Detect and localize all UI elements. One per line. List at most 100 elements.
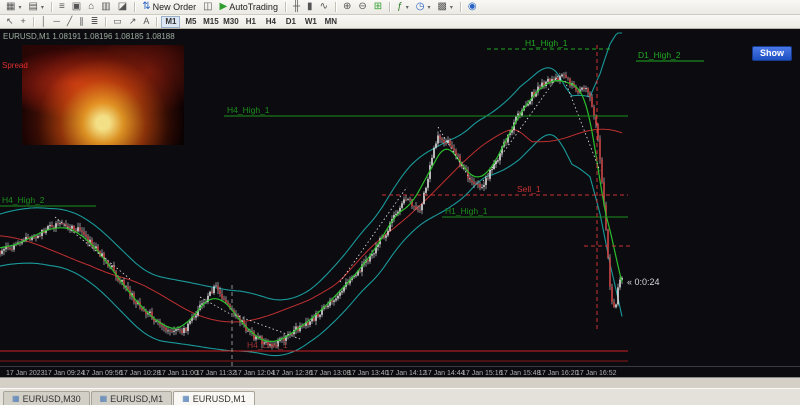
indicators-button[interactable]: ƒ ▾ [394,1,412,13]
level-label: H1_High_1 [525,38,568,48]
new-chart-button[interactable]: ▦ ▾ [3,1,24,13]
chart-title: EURUSD,M1 1.08191 1.08196 1.08185 1.0818… [3,32,175,41]
bollinger-lower-line [0,134,623,357]
terminal-button[interactable]: ▥ [98,1,113,13]
level-label: H4_Low_1 [247,340,288,350]
autotrading-label: AutoTrading [229,2,278,13]
chart-bars-button[interactable]: ╫ [290,1,303,13]
templates-button[interactable]: ▩ ▾ [434,1,455,13]
autotrading-button[interactable]: ▶ AutoTrading [217,1,281,13]
cursor-button[interactable]: ↖ [3,16,17,28]
arrows-button[interactable]: ↗ [126,16,140,28]
templates-icon: ▩ [437,1,447,13]
cursor-icon: ↖ [6,16,14,27]
mt4-window: ▦ ▾ ▤ ▾ ≡ ▣ ⌂ ▥ ◪ ⇅ New Order ◫ ▶ AutoTrading ╫ ▮ ∿ ⊕ ⊖ ⊞ ƒ ▾… [0,0,800,405]
tile-windows-icon: ⊞ [373,1,383,13]
timeframe-m5-button[interactable]: M5 [181,16,200,28]
time-axis-label: 17 Jan 13:08 [310,370,351,377]
toolbar-separator [134,2,136,13]
indicators-icon: ƒ [397,1,403,13]
metaeditor-button[interactable]: ◫ [200,1,215,13]
zoom-out-icon: ⊖ [358,1,367,13]
shapes-icon: ▭ [113,16,122,27]
chart-candles-button[interactable]: ▮ [304,1,316,13]
profiles-button[interactable]: ▤ ▾ [25,1,46,13]
crosshair-icon: + [20,16,26,27]
dropdown-arrow-icon: ▾ [427,4,431,11]
dropdown-arrow-icon: ▾ [405,4,409,11]
time-axis-label: 17 Jan 13:40 [348,370,389,377]
tile-windows-button[interactable]: ⊞ [371,1,385,13]
help-icon: ◉ [467,1,477,13]
chart-tab-icon: ▦ [12,393,20,403]
data-window-button[interactable]: ▣ [69,1,84,13]
timeframe-d1-button[interactable]: D1 [281,16,300,28]
chart-line-button[interactable]: ∿ [317,1,331,13]
time-axis-label: 17 Jan 11:00 [158,370,198,377]
timeframe-m1-button[interactable]: M1 [161,15,181,28]
chart-tab[interactable]: ▦ EURUSD,M1 [90,391,173,405]
time-axis-label: 17 Jan 12:36 [272,370,313,377]
signal-dotted-line [564,80,601,172]
time-axis-label: 17 Jan 16:20 [538,370,579,377]
strategy-tester-button[interactable]: ◪ [115,1,130,13]
chart-area[interactable]: H1_High_1 D1_High_2 H4_High_1 H4_High_2 H1_H… [0,29,800,377]
timeframe-h1-button[interactable]: H1 [241,16,260,28]
navigator-icon: ⌂ [88,1,95,13]
dropdown-arrow-icon: ▾ [449,4,453,11]
timeframe-h4-button[interactable]: H4 [261,16,280,28]
autotrading-icon: ▶ [219,1,228,13]
toolbar-separator [334,2,336,13]
new-order-label: New Order [152,2,197,13]
chart-tab[interactable]: ▦ EURUSD,M1 [173,391,255,405]
candle-timer: « 0:0:24 [627,277,660,287]
level-label: Sell_1 [517,184,541,194]
terminal-icon: ▥ [101,1,111,13]
time-axis-label: 17 Jan 15:48 [500,370,541,377]
navigator-button[interactable]: ⌂ [85,1,97,13]
arrows-icon: ↗ [128,16,137,27]
periods-button[interactable]: ◷ ▾ [413,1,434,13]
chart-tab[interactable]: ▦ EURUSD,M30 [3,391,90,405]
level-label: H4_High_1 [227,105,270,115]
toolbar-separator [459,2,461,13]
text-icon: A [143,16,150,27]
time-axis-label: 17 Jan 14:12 [386,370,427,377]
time-axis-label: 17 Jan 2023 [6,370,45,377]
show-button[interactable]: Show [752,46,792,61]
chart-tab-label: EURUSD,M1 [110,393,164,404]
zoom-out-button[interactable]: ⊖ [355,1,369,13]
equidistant-channel-button[interactable]: ∥ [76,16,87,28]
level-label: D1_High_2 [638,50,681,60]
chart-tab-icon: ▦ [99,393,108,403]
zoom-in-button[interactable]: ⊕ [340,1,354,13]
horizontal-line-button[interactable]: ─ [50,16,62,28]
time-axis-label: 17 Jan 12:04 [234,370,275,377]
trendline-button[interactable]: ╱ [64,16,75,28]
strategy-tester-icon: ◪ [117,1,128,13]
timeframe-m30-button[interactable]: M30 [221,16,240,28]
fibonacci-button[interactable]: ≣ [88,16,102,28]
crosshair-button[interactable]: + [18,16,29,28]
toolbar-main: ▦ ▾ ▤ ▾ ≡ ▣ ⌂ ▥ ◪ ⇅ New Order ◫ ▶ AutoTrading ╫ ▮ ∿ ⊕ ⊖ ⊞ ƒ ▾… [0,0,800,16]
timeframe-m15-button[interactable]: M15 [201,16,220,28]
text-button[interactable]: A [140,16,152,28]
vertical-line-button[interactable]: │ [38,16,50,28]
dropdown-arrow-icon: ▾ [18,4,22,11]
time-axis-label: 17 Jan 15:16 [462,370,503,377]
toolbar-separator [32,16,34,27]
market-watch-button[interactable]: ≡ [56,1,68,13]
timeframe-w1-button[interactable]: W1 [301,16,320,28]
shapes-button[interactable]: ▭ [110,16,125,28]
toolbar-separator [284,2,286,13]
new-chart-icon: ▦ [6,1,16,13]
timeframe-mn-button[interactable]: MN [321,16,340,28]
chart-line-icon: ∿ [319,1,328,13]
zoom-in-icon: ⊕ [342,1,352,13]
level-label: H4_High_2 [2,195,45,205]
equidistant-channel-icon: ∥ [79,16,84,27]
periods-icon: ◷ [415,1,425,13]
help-button[interactable]: ◉ [465,1,480,13]
new-order-button[interactable]: ⇅ New Order [139,1,199,13]
toolbar-separator [50,2,52,13]
